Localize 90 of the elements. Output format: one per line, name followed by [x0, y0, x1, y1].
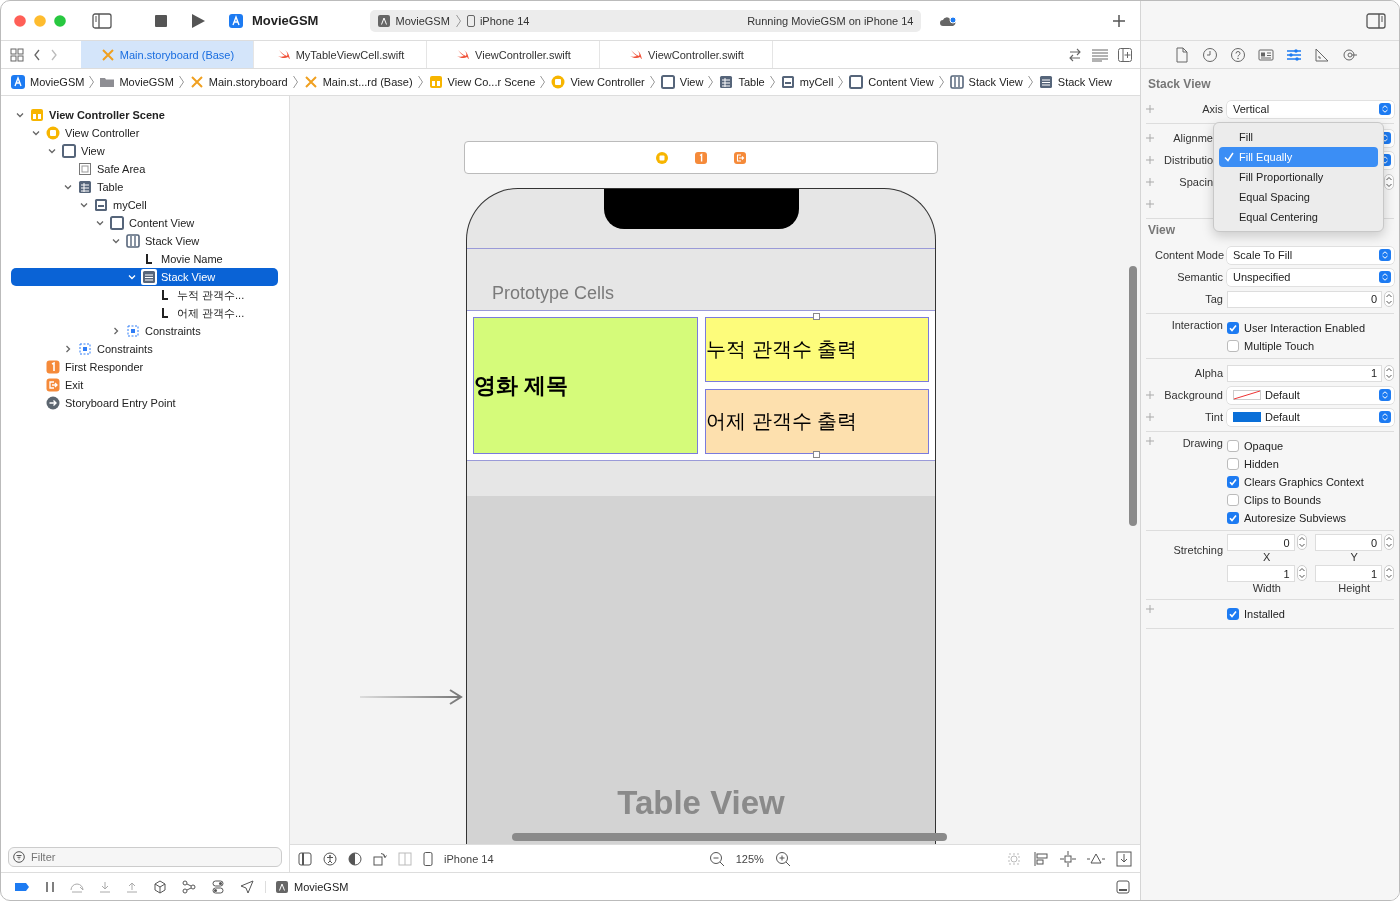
field-label: Background — [1164, 389, 1223, 401]
outline-item[interactable]: View Controller Scene — [11, 106, 278, 124]
outline-item[interactable]: Table — [11, 178, 278, 196]
field-label: Axis — [1202, 103, 1223, 115]
field-caption: X — [1263, 551, 1271, 565]
checkbox[interactable]: Autoresize Subviews — [1227, 509, 1364, 527]
checkbox[interactable]: Hidden — [1227, 455, 1364, 473]
outline-item[interactable]: Constraints — [11, 340, 278, 358]
outline-item[interactable]: Safe Area — [11, 160, 278, 178]
checkbox[interactable]: Installed — [1227, 605, 1285, 623]
scheme-name: MovieGSM — [395, 14, 450, 27]
outline-item[interactable]: Storyboard Entry Point — [11, 394, 278, 412]
editor-tab[interactable]: ViewController.swift — [600, 41, 773, 68]
device-name: iPhone 14 — [479, 14, 530, 27]
checkbox[interactable]: Opaque — [1227, 437, 1364, 455]
color-popup[interactable]: Default — [1227, 408, 1394, 426]
outline-item[interactable]: First Responder — [11, 358, 278, 376]
menu-item[interactable]: Equal Spacing — [1219, 187, 1378, 207]
breadcrumb-item[interactable]: myCell — [779, 74, 834, 90]
field-label: Distributio — [1164, 154, 1213, 166]
breadcrumb-item[interactable]: View Controller — [550, 74, 645, 90]
outline-item[interactable]: Exit — [11, 376, 278, 394]
yesterday-audience-label: 어제 관객수 출력 — [705, 389, 929, 454]
outline-item[interactable]: Constraints — [11, 322, 278, 340]
menu-item[interactable]: Fill Proportionally — [1219, 167, 1378, 187]
number-field[interactable]: 1 — [1227, 565, 1295, 582]
checkbox[interactable]: Clips to Bounds — [1227, 491, 1364, 509]
scheme-selector[interactable]: MovieGSM iPhone 14 — [378, 13, 530, 28]
breadcrumb-item[interactable]: Stack View — [1037, 74, 1113, 90]
breadcrumb-item[interactable]: Stack View — [948, 74, 1023, 90]
number-field[interactable]: 1 — [1314, 565, 1382, 582]
field-label: Tint — [1205, 411, 1223, 423]
device-label[interactable]: iPhone 14 — [444, 852, 494, 865]
zoom-level: 125% — [735, 852, 764, 865]
menu-item[interactable]: Equal Centering — [1219, 207, 1378, 227]
field-label: Alpha — [1194, 367, 1223, 379]
field-label: Semantic — [1177, 271, 1223, 283]
field-label: Stretching — [1173, 543, 1223, 556]
breadcrumb-item[interactable]: MovieGSM — [10, 74, 85, 90]
filter-field[interactable]: Filter — [31, 851, 277, 863]
field-label: Content Mode — [1155, 249, 1225, 261]
outline-item[interactable]: Stack View — [11, 232, 278, 250]
breadcrumb-item[interactable]: View Co...r Scene — [427, 74, 536, 90]
number-field[interactable]: 0 — [1227, 290, 1382, 308]
popup-button[interactable]: Vertical — [1227, 100, 1394, 118]
breadcrumb-item[interactable]: Table — [718, 74, 765, 90]
status-text: Running MovieGSM on iPhone 14 — [747, 14, 914, 27]
number-field[interactable]: 1 — [1227, 364, 1382, 382]
section-title: Prototype Cells — [492, 283, 615, 304]
table-view-title: Table View — [617, 784, 785, 822]
number-field[interactable]: 0 — [1227, 534, 1295, 551]
outline-item[interactable]: View — [11, 142, 278, 160]
field-caption: Width — [1252, 582, 1281, 596]
popup-button[interactable]: Scale To Fill — [1227, 246, 1394, 264]
target-selector[interactable]: MovieGSM — [265, 880, 349, 893]
outline-item[interactable]: Movie Name — [11, 250, 278, 268]
field-label: Spacin — [1179, 176, 1213, 188]
field-label: Interaction — [1171, 319, 1223, 331]
outline-item[interactable]: View Controller — [11, 124, 278, 142]
editor-tab[interactable]: ViewController.swift — [427, 41, 600, 68]
outline-item[interactable]: Stack View — [11, 268, 278, 286]
outline-item[interactable]: 누적 관객수... — [11, 286, 278, 304]
field-caption: Y — [1350, 551, 1358, 565]
section-title: Stack View — [1147, 76, 1212, 93]
outline-item[interactable]: myCell — [11, 196, 278, 214]
breadcrumb-item[interactable]: Content View — [848, 74, 934, 90]
breadcrumb-item[interactable]: View — [659, 74, 704, 90]
total-audience-label: 누적 관객수 출력 — [705, 317, 929, 382]
field-label: Tag — [1205, 293, 1223, 305]
title-label: 영화 제목 — [473, 317, 698, 454]
checkbox[interactable]: Multiple Touch — [1227, 337, 1366, 355]
outline-item[interactable]: 어제 관객수... — [11, 304, 278, 322]
field-label: Alignme — [1173, 132, 1213, 144]
filter-field[interactable]: Filter — [8, 847, 282, 867]
checkbox[interactable]: User Interaction Enabled — [1227, 319, 1366, 337]
field-label: Drawing — [1182, 437, 1223, 449]
editor-tab[interactable]: MyTableViewCell.swift — [254, 41, 427, 68]
popup-button[interactable]: Unspecified — [1227, 268, 1394, 286]
editor-tab[interactable]: Main.storyboard (Base) — [81, 41, 254, 68]
menu-item[interactable]: Fill — [1219, 127, 1378, 147]
window-title: MovieGSM — [252, 13, 319, 28]
outline-item[interactable]: Content View — [11, 214, 278, 232]
checkbox[interactable]: Clears Graphics Context — [1227, 473, 1364, 491]
breadcrumb-item[interactable]: MovieGSM — [99, 74, 174, 90]
breadcrumb-item[interactable]: Main.st...rd (Base) — [302, 74, 413, 90]
section-title: View — [1147, 222, 1177, 239]
field-caption: Height — [1338, 582, 1371, 596]
number-field[interactable]: 0 — [1314, 534, 1382, 551]
breadcrumb-item[interactable]: Main.storyboard — [188, 74, 288, 90]
color-popup[interactable]: Default — [1227, 386, 1394, 404]
